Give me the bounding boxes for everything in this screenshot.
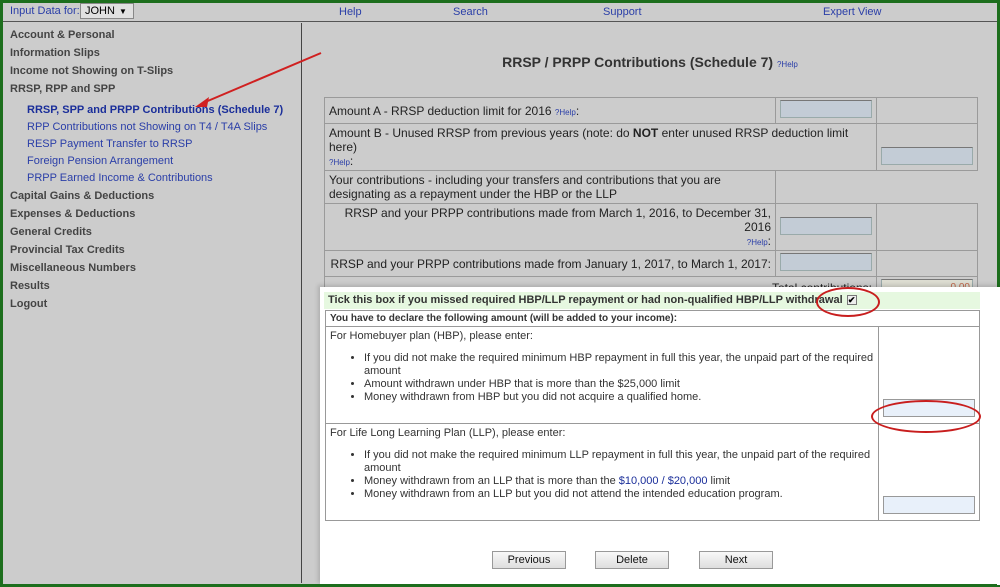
llp-bullet: Money withdrawn from an LLP but you did … [364, 488, 874, 501]
llp-bullet: Money withdrawn from an LLP that is more… [364, 475, 874, 488]
sidebar-item-provincial-credits[interactable]: Provincial Tax Credits [3, 241, 301, 259]
sidebar-item-account-personal[interactable]: Account & Personal [3, 26, 301, 44]
contrib-2016-row: RRSP and your PRPP contributions made fr… [324, 203, 978, 251]
amount-a-row: Amount A - RRSP deduction limit for 2016… [324, 97, 978, 124]
missed-repayment-label: Tick this box if you missed required HBP… [328, 294, 843, 306]
sidebar-item-expenses[interactable]: Expenses & Deductions [3, 205, 301, 223]
contrib-2017-label: RRSP and your PRPP contributions made fr… [324, 250, 776, 277]
sidebar: Account & Personal Information Slips Inc… [3, 23, 302, 583]
chevron-down-icon: ▼ [118, 7, 127, 16]
your-contributions-label: Your contributions - including your tran… [324, 170, 776, 204]
llp-bullet: If you did not make the required minimum… [364, 449, 874, 475]
hbp-bullet: Money withdrawn from HBP but you did not… [364, 391, 874, 404]
amount-a-label: Amount A - RRSP deduction limit for 2016 [329, 103, 552, 118]
top-bar: Input Data for: JOHN ▼ Help Search Suppor… [3, 3, 997, 22]
amount-b-row: Amount B - Unused RRSP from previous yea… [324, 123, 978, 171]
llp-bullets: If you did not make the required minimum… [364, 449, 874, 501]
amount-a-input[interactable] [780, 100, 872, 118]
sidebar-item-rrsp-rpp-spp[interactable]: RRSP, RPP and SPP [3, 80, 301, 98]
hbp-bullet: If you did not make the required minimum… [364, 352, 874, 378]
sidebar-item-information-slips[interactable]: Information Slips [3, 44, 301, 62]
llp-amount-input[interactable] [883, 496, 975, 514]
nav-search[interactable]: Search [453, 6, 488, 18]
llp-bullet-text-end: limit [707, 475, 731, 487]
sidebar-item-results[interactable]: Results [3, 277, 301, 295]
llp-row: For Life Long Learning Plan (LLP), pleas… [325, 423, 980, 521]
sidebar-item-income-not-showing[interactable]: Income not Showing on T-Slips [3, 62, 301, 80]
annotation-ellipse-checkbox [816, 287, 880, 317]
declare-header: You have to declare the following amount… [325, 310, 980, 327]
contrib-2016-label: RRSP and your PRPP contributions made fr… [344, 206, 771, 234]
help-link[interactable]: ?Help [747, 238, 768, 247]
sidebar-item-general-credits[interactable]: General Credits [3, 223, 301, 241]
amount-b-label: Amount B - Unused RRSP from previous yea… [329, 126, 633, 140]
previous-button[interactable]: Previous [492, 551, 566, 569]
delete-button[interactable]: Delete [595, 551, 669, 569]
your-contributions-row: Your contributions - including your tran… [324, 170, 978, 204]
contrib-2017-input[interactable] [780, 253, 872, 271]
amount-b-not: NOT [632, 126, 659, 140]
user-select-value: JOHN [85, 5, 115, 17]
amount-b-input[interactable] [881, 147, 973, 165]
input-data-for-label: Input Data for: [10, 5, 80, 17]
hbp-title: For Homebuyer plan (HBP), please enter: [330, 330, 533, 342]
page-title: RRSP / PRPP Contributions (Schedule 7) ?… [303, 54, 997, 70]
sidebar-subitem-foreign-pension[interactable]: Foreign Pension Arrangement [3, 153, 301, 170]
next-button[interactable]: Next [699, 551, 773, 569]
sidebar-subitem-resp-transfer[interactable]: RESP Payment Transfer to RRSP [3, 136, 301, 153]
nav-support[interactable]: Support [603, 6, 642, 18]
contrib-2016-input[interactable] [780, 216, 872, 235]
nav-help[interactable]: Help [339, 6, 362, 18]
user-select[interactable]: JOHN ▼ [80, 3, 134, 19]
help-link[interactable]: ?Help [555, 108, 576, 117]
annotation-ellipse-hbp-input [871, 400, 981, 433]
hbp-bullet: Amount withdrawn under HBP that is more … [364, 378, 874, 391]
nav-expert-view[interactable]: Expert View [823, 6, 882, 18]
llp-bullet-text: Money withdrawn from an LLP that is more… [364, 475, 619, 487]
llp-limit-link[interactable]: $10,000 / $20,000 [619, 475, 708, 487]
hbp-bullets: If you did not make the required minimum… [364, 352, 874, 404]
missed-repayment-row: Tick this box if you missed required HBP… [324, 292, 980, 309]
hbp-llp-panel: Tick this box if you missed required HBP… [320, 287, 1000, 585]
sidebar-subitem-schedule-7[interactable]: RRSP, SPP and PRPP Contributions (Schedu… [3, 102, 301, 119]
llp-title: For Life Long Learning Plan (LLP), pleas… [330, 427, 566, 439]
help-link[interactable]: ?Help [329, 158, 350, 167]
sidebar-item-capital-gains[interactable]: Capital Gains & Deductions [3, 187, 301, 205]
sidebar-item-logout[interactable]: Logout [3, 295, 301, 313]
sidebar-item-misc-numbers[interactable]: Miscellaneous Numbers [3, 259, 301, 277]
sidebar-subitem-prpp-earned-income[interactable]: PRPP Earned Income & Contributions [3, 170, 301, 187]
help-link[interactable]: ?Help [777, 60, 798, 69]
page-title-text: RRSP / PRPP Contributions (Schedule 7) [502, 54, 774, 70]
sidebar-subitem-rpp-contributions[interactable]: RPP Contributions not Showing on T4 / T4… [3, 119, 301, 136]
contrib-2017-row: RRSP and your PRPP contributions made fr… [324, 250, 978, 277]
